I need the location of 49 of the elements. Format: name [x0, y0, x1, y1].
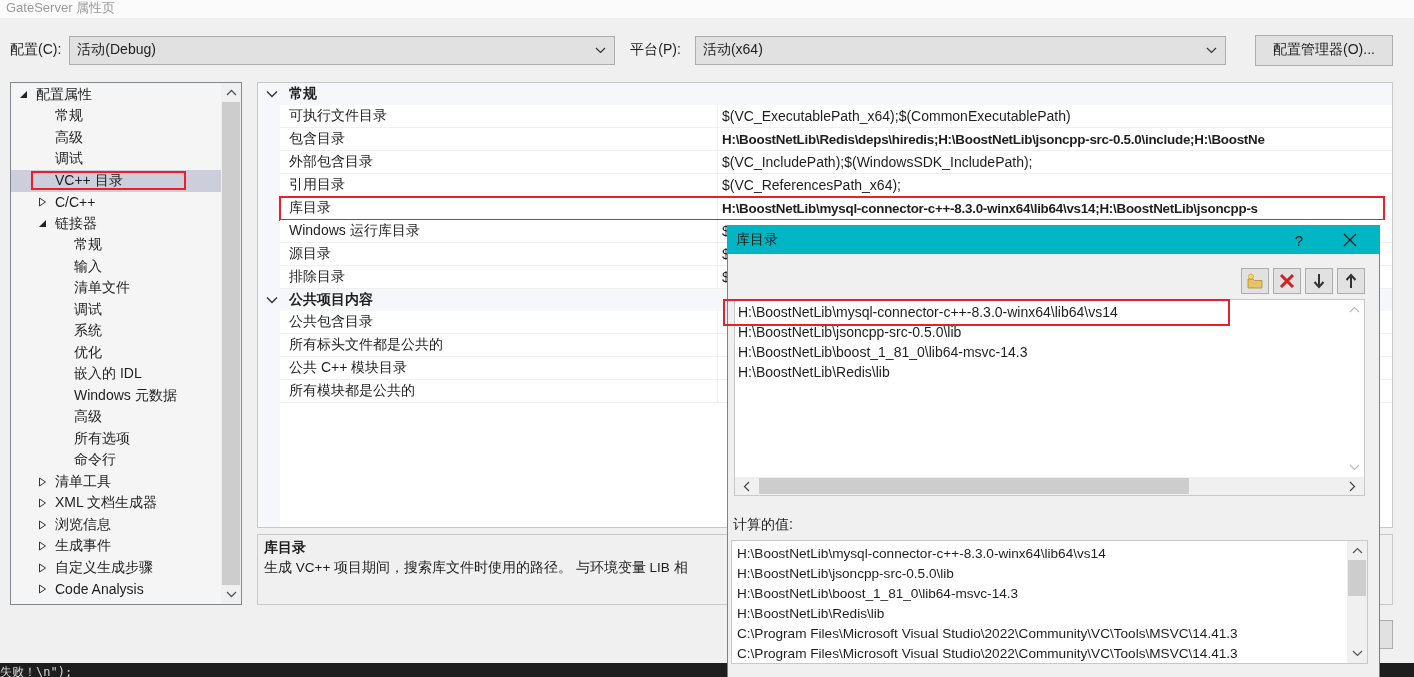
computed-value: H:\BoostNetLib\jsoncpp-src-0.5.0\lib [737, 565, 955, 583]
directory-entry[interactable]: H:\BoostNetLib\jsoncpp-src-0.5.0\lib [735, 322, 962, 342]
tree-item[interactable]: XML 文档生成器 [11, 492, 221, 514]
tree-item[interactable]: C/C++ [11, 191, 221, 213]
code-line: 失败！\n"); [0, 665, 73, 677]
window-title: GateServer 属性页 [6, 0, 116, 15]
configuration-dropdown[interactable]: 活动(Debug) [69, 35, 616, 65]
tree-item[interactable]: Windows 元数据 [11, 385, 221, 407]
tree-item[interactable]: 链接器 [11, 213, 221, 235]
tree-item[interactable]: 所有选项 [11, 428, 221, 450]
tree-item[interactable]: 输入 [11, 256, 221, 278]
computed-value: H:\BoostNetLib\mysql-connector-c++-8.3.0-winx64\lib64\vs14 [737, 545, 1107, 563]
tree-item[interactable]: 常规 [11, 105, 221, 127]
tree-item[interactable]: 生成事件 [11, 535, 221, 557]
tree-item[interactable]: 命令行 [11, 449, 221, 471]
tree-item[interactable]: VC++ 目录 [11, 170, 221, 192]
configuration-label: 配置(C): [10, 41, 62, 59]
platform-label: 平台(P): [630, 41, 681, 59]
directory-entry[interactable]: H:\BoostNetLib\Redis\lib [735, 362, 890, 382]
help-button[interactable]: ? [1294, 231, 1303, 249]
category-label: 公共项目内容 [289, 291, 373, 309]
tree-item[interactable]: 调试 [11, 148, 221, 170]
tree-item[interactable]: 常规 [11, 234, 221, 256]
tree-item[interactable]: 高级 [11, 406, 221, 428]
tree-item[interactable]: 优化 [11, 342, 221, 364]
description-title: 库目录 [264, 539, 306, 557]
directory-entry[interactable]: H:\BoostNetLib\mysql-connector-c++-8.3.0-winx64\lib64\vs14 [735, 302, 1118, 322]
directory-entry[interactable]: H:\BoostNetLib\boost_1_81_0\lib64-msvc-14.3 [735, 342, 1028, 362]
configuration-manager-button[interactable]: 配置管理器(O)... [1255, 34, 1393, 66]
tree-item[interactable]: 自定义生成步骤 [11, 557, 221, 579]
description-text: 生成 VC++ 项目期间，搜索库文件时使用的路径。 与环境变量 LIB 相 [264, 559, 688, 577]
computed-value: H:\BoostNetLib\boost_1_81_0\lib64-msvc-14.3 [737, 585, 1020, 603]
computed-value: H:\BoostNetLib\Redis\lib [737, 605, 886, 623]
tree-item[interactable]: Code Analysis [11, 578, 221, 600]
computed-value: C:\Program Files\Microsoft Visual Studio\2022\Community\VC\Tools\MSVC\14.41.3 [737, 625, 1239, 643]
tree-item[interactable]: 清单工具 [11, 471, 221, 493]
platform-dropdown[interactable]: 活动(x64) [694, 35, 1226, 65]
tree-item[interactable]: 系统 [11, 320, 221, 342]
tree-item[interactable]: 配置属性 [11, 84, 221, 106]
tree-item[interactable]: 嵌入的 IDL [11, 363, 221, 385]
computed-values-label: 计算的值: [733, 516, 794, 534]
tree-item[interactable]: 浏览信息 [11, 514, 221, 536]
computed-value: C:\Program Files\Microsoft Visual Studio\2022\Community\VC\Tools\MSVC\14.41.3 [737, 645, 1239, 663]
property-name[interactable]: Windows 运行库目录 [280, 220, 718, 242]
dialog-title: 库目录 [736, 231, 778, 249]
tree-item[interactable]: 清单文件 [11, 277, 221, 299]
tree-item[interactable]: 高级 [11, 127, 221, 149]
category-label: 常规 [289, 85, 317, 103]
tree-item[interactable]: 调试 [11, 299, 221, 321]
